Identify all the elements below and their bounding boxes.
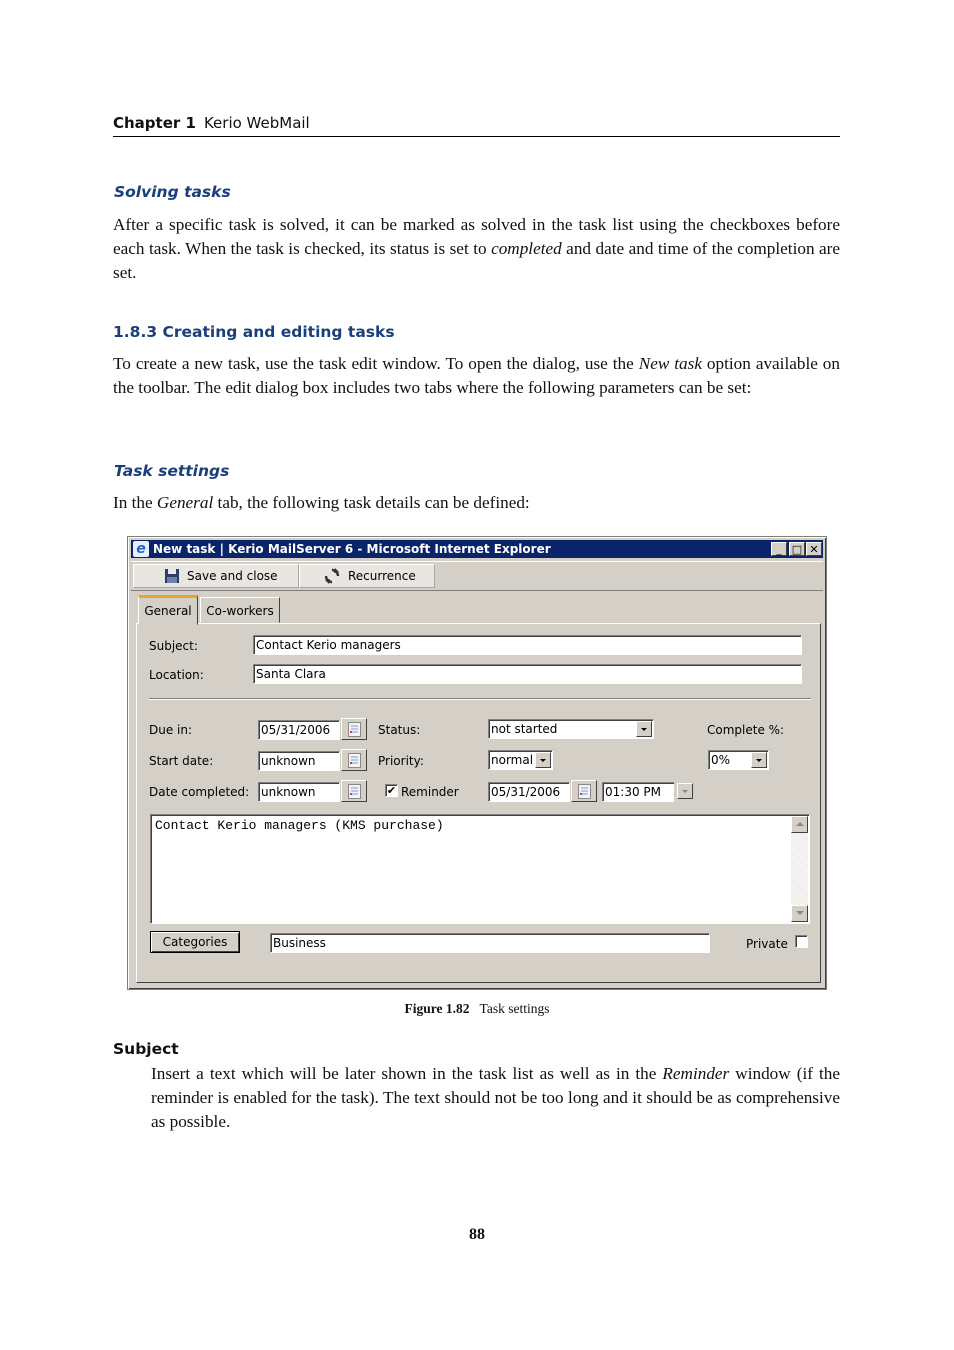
reminder-calendar-button[interactable]	[571, 780, 597, 802]
subject-input[interactable]: Contact Kerio managers	[253, 635, 802, 655]
priority-select[interactable]: normal	[488, 750, 553, 770]
tab-general[interactable]: General	[138, 595, 198, 625]
chapter-title: Kerio WebMail	[203, 114, 310, 132]
running-header: Chapter 1 Kerio WebMail	[113, 114, 840, 137]
chevron-down-icon[interactable]	[677, 783, 693, 799]
reminder-label: Reminder	[401, 785, 459, 799]
due-in-date-input[interactable]: 05/31/2006	[258, 720, 340, 740]
start-date-input[interactable]: unknown	[258, 751, 340, 771]
subject-label: Subject:	[149, 639, 198, 653]
calendar-icon	[348, 722, 361, 737]
page-number: 88	[469, 1226, 485, 1243]
text: To create a new task, use the task edit …	[113, 354, 639, 373]
start-date-label: Start date:	[149, 754, 214, 768]
emphasis: completed	[491, 238, 562, 258]
divider	[149, 698, 811, 700]
paragraph-solving-tasks: After a specific task is solved, it can …	[113, 213, 840, 284]
reminder-time-value: 01:30 PM	[605, 785, 661, 799]
chevron-down-icon[interactable]	[535, 752, 551, 768]
close-button[interactable]: ✕	[806, 542, 822, 556]
save-and-close-label: Save and close	[187, 569, 278, 583]
tab-co-workers[interactable]: Co-workers	[200, 597, 280, 623]
text: tab, the following task details can be d…	[213, 493, 530, 512]
status-value: not started	[491, 722, 558, 736]
status-label: Status:	[378, 723, 421, 737]
chevron-down-icon[interactable]	[751, 752, 767, 768]
complete-percent-label: Complete %:	[707, 723, 785, 737]
text: In the	[113, 493, 157, 512]
status-select[interactable]: not started	[488, 719, 654, 739]
heading-task-settings: Task settings	[114, 462, 230, 480]
scroll-down-icon[interactable]	[791, 905, 808, 922]
private-checkbox[interactable]	[795, 935, 808, 948]
scroll-up-icon[interactable]	[791, 816, 808, 833]
calendar-icon	[578, 784, 591, 799]
notes-scrollbar[interactable]	[791, 816, 808, 922]
due-in-calendar-button[interactable]	[341, 718, 367, 740]
location-label: Location:	[149, 668, 204, 682]
paragraph-creating-tasks: To create a new task, use the task edit …	[113, 352, 840, 400]
figure-caption: Figure 1.82 Task settings	[0, 1001, 954, 1017]
categories-input[interactable]: Business	[270, 933, 710, 953]
date-completed-label: Date completed:	[149, 785, 250, 799]
start-date-calendar-button[interactable]	[341, 749, 367, 771]
notes-textarea[interactable]: Contact Kerio managers (KMS purchase)	[150, 814, 810, 924]
minimize-button[interactable]: _	[771, 542, 787, 556]
categories-button[interactable]: Categories	[150, 931, 240, 953]
save-and-close-button[interactable]: Save and close	[133, 564, 299, 588]
private-label: Private	[746, 937, 788, 951]
reminder-date-input[interactable]: 05/31/2006	[488, 782, 570, 802]
emphasis: General	[156, 493, 214, 512]
general-tab-panel: Subject: Contact Kerio managers Location…	[136, 623, 821, 983]
figure-label: Figure 1.82	[404, 1001, 470, 1016]
recurrence-label: Recurrence	[348, 569, 416, 583]
heading-solving-tasks: Solving tasks	[114, 183, 231, 201]
date-completed-calendar-button[interactable]	[341, 780, 367, 802]
chapter-label: Chapter 1	[113, 114, 196, 132]
emphasis: Reminder	[662, 1064, 730, 1083]
priority-label: Priority:	[378, 754, 424, 768]
recurrence-refresh-icon	[324, 568, 340, 584]
chevron-down-icon[interactable]	[636, 721, 652, 737]
emphasis: New task	[638, 354, 702, 373]
date-completed-input[interactable]: unknown	[258, 782, 340, 802]
save-floppy-icon	[165, 569, 179, 583]
location-input[interactable]: Santa Clara	[253, 664, 802, 684]
priority-value: normal	[491, 753, 534, 767]
due-in-label: Due in:	[149, 723, 193, 737]
paragraph-task-settings: In the General tab, the following task d…	[113, 491, 840, 515]
reminder-checkbox[interactable]: ✔	[385, 784, 398, 797]
maximize-button[interactable]: □	[789, 542, 805, 556]
complete-percent-select[interactable]: 0%	[708, 750, 769, 770]
notes-text: Contact Kerio managers (KMS purchase)	[155, 818, 444, 833]
new-task-window: e New task | Kerio MailServer 6 - Micros…	[127, 536, 827, 990]
text: Insert a text which will be later shown …	[151, 1064, 663, 1083]
internet-explorer-icon: e	[133, 541, 149, 557]
complete-percent-value: 0%	[711, 753, 731, 767]
window-title: New task | Kerio MailServer 6 - Microsof…	[153, 542, 551, 556]
recurrence-button[interactable]: Recurrence	[299, 564, 435, 588]
figure-caption-text: Task settings	[479, 1001, 550, 1016]
title-bar[interactable]: e New task | Kerio MailServer 6 - Micros…	[131, 540, 823, 558]
term-subject: Subject	[113, 1040, 179, 1058]
toolbar: Save and close Recurrence	[131, 561, 823, 591]
calendar-icon	[348, 753, 361, 768]
calendar-icon	[348, 784, 361, 799]
heading-creating-editing-tasks: 1.8.3 Creating and editing tasks	[113, 323, 395, 341]
paragraph-subject: Insert a text which will be later shown …	[151, 1062, 840, 1133]
reminder-time-dropdown[interactable]	[674, 782, 693, 802]
